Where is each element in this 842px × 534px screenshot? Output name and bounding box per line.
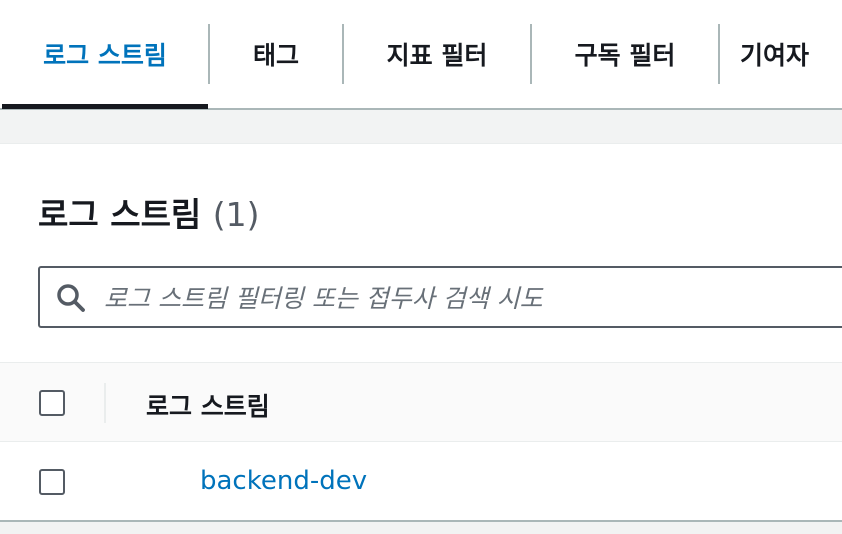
log-streams-panel: 로그 스트림 (1) 로그 스트림 backend-dev [0,143,842,522]
panel-title-text: 로그 스트림 [38,195,202,234]
table-row: backend-dev [0,442,842,522]
tab-label: 구독 필터 [574,41,676,70]
log-stream-link[interactable]: backend-dev [200,466,367,496]
tab-bar: 로그 스트림 태그 지표 필터 구독 필터 기여자 [0,0,842,110]
column-header-log-stream[interactable]: 로그 스트림 [146,387,270,423]
tab-label: 기여자 [740,41,810,70]
search-box [38,266,842,328]
row-checkbox[interactable] [39,469,65,495]
select-all-checkbox[interactable] [39,390,65,416]
tab-log-streams[interactable]: 로그 스트림 [2,0,208,108]
tab-label: 로그 스트림 [43,41,167,70]
section-gap [0,110,842,143]
column-divider[interactable] [104,383,106,423]
table-header: 로그 스트림 [0,362,842,442]
panel-count: (1) [212,195,260,234]
search-icon [57,284,85,312]
tab-label: 지표 필터 [386,41,488,70]
tab-metric-filters[interactable]: 지표 필터 [344,0,530,108]
tab-divider [718,24,720,84]
tab-subscription-filters[interactable]: 구독 필터 [532,0,718,108]
active-tab-indicator [2,104,208,109]
tab-label: 태그 [252,41,299,70]
tab-tags[interactable]: 태그 [210,0,342,108]
tab-contributors[interactable]: 기여자 [740,0,842,108]
search-input[interactable] [102,276,842,320]
panel-title: 로그 스트림 (1) [38,188,260,236]
